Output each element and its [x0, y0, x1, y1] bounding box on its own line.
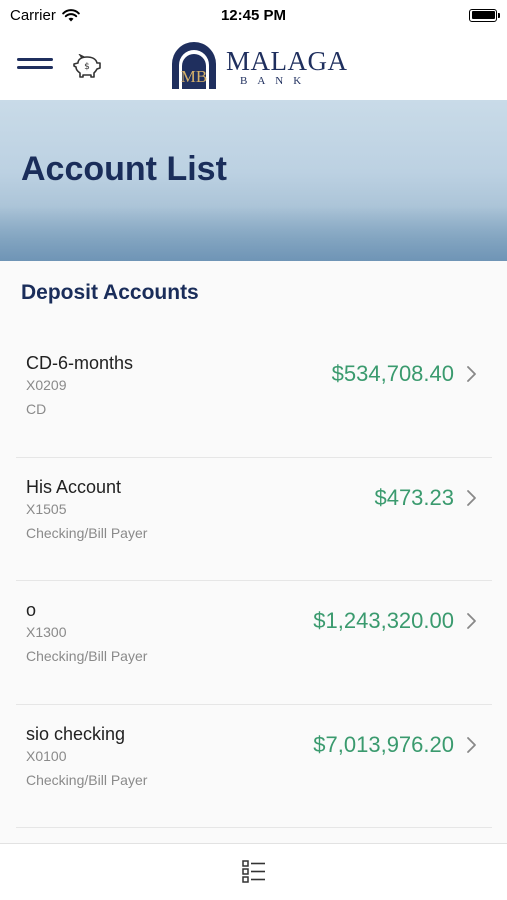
bank-logo: MB MALAGA BANK — [168, 42, 348, 90]
logo-monogram: MB — [181, 67, 207, 86]
section-title: Deposit Accounts — [21, 281, 199, 304]
account-type: CD — [26, 401, 47, 417]
wifi-icon — [62, 8, 80, 21]
account-name: o — [26, 600, 37, 620]
account-balance: $534,708.40 — [331, 361, 454, 386]
account-row[interactable]: o X1300 Checking/Bill Payer $1,243,320.0… — [16, 581, 492, 705]
chevron-right-icon — [467, 736, 476, 753]
account-name: His Account — [26, 476, 122, 497]
page-title: Account List — [21, 150, 227, 188]
menu-icon-bar-top — [17, 58, 53, 61]
account-name: CD-6-months — [26, 353, 134, 373]
chevron-right-icon — [467, 366, 476, 382]
logo-name: MALAGA — [226, 46, 348, 76]
battery-fill — [471, 11, 495, 19]
menu-button[interactable] — [17, 58, 53, 74]
account-row[interactable]: CD-6-months X0209 CD $534,708.40 — [16, 334, 492, 458]
accounts-list: CD-6-months X0209 CD $534,708.40 His Acc… — [16, 334, 492, 828]
svg-text:$: $ — [84, 62, 90, 72]
account-balance: $7,013,976.20 — [313, 731, 454, 757]
carrier-label: Carrier — [10, 6, 56, 24]
account-number: X1300 — [26, 624, 67, 640]
list-icon[interactable] — [241, 858, 267, 884]
chevron-right-icon — [467, 489, 476, 506]
account-balance: $473.23 — [374, 484, 454, 510]
account-number: X0100 — [26, 747, 67, 764]
account-type: Checking/Bill Payer — [26, 524, 148, 541]
account-balance: $1,243,320.00 — [313, 608, 454, 633]
account-row[interactable]: His Account X1505 Checking/Bill Payer $4… — [16, 458, 492, 581]
account-list-content: Deposit Accounts CD-6-months X0209 CD $5… — [0, 261, 507, 843]
account-row[interactable]: sio checking X0100 Checking/Bill Payer $… — [16, 705, 492, 828]
logo-sub: BANK — [240, 75, 312, 87]
account-name: sio checking — [26, 723, 126, 744]
logo-arch-icon: MB — [172, 42, 216, 89]
app-header: $ MB MALAGA BANK — [0, 30, 507, 100]
page-banner: Account List — [0, 100, 507, 261]
account-number: X1505 — [26, 500, 67, 517]
status-bar: Carrier 12:45 PM — [0, 0, 507, 30]
account-type: Checking/Bill Payer — [26, 648, 148, 664]
account-number: X0209 — [26, 377, 67, 393]
battery-icon — [469, 8, 500, 22]
account-type: Checking/Bill Payer — [26, 771, 148, 788]
chevron-right-icon — [467, 613, 476, 629]
piggy-bank-icon[interactable]: $ — [72, 54, 102, 80]
logo-text: MALAGA BANK — [226, 48, 348, 88]
status-left: Carrier — [10, 7, 80, 24]
menu-icon-bar-bottom — [17, 66, 53, 69]
bottom-tab-bar — [0, 843, 507, 900]
